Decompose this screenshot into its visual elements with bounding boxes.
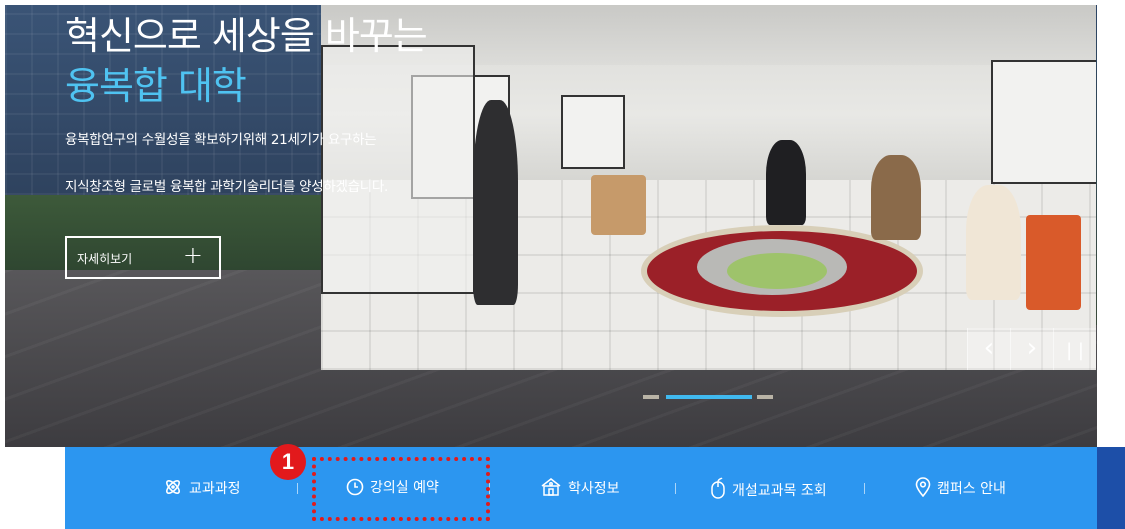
annotation-highlight-box — [312, 457, 490, 521]
whiteboard — [991, 60, 1096, 184]
nav-divider — [297, 483, 298, 494]
hero-banner: 혁신으로 세상을 바꾸는 융복합 대학 융복합연구의 수월성을 확보하기위해 2… — [5, 5, 1097, 447]
nav-item-campus-guide[interactable]: 캠퍼스 안내 — [915, 477, 1006, 501]
quick-menu-bar: 교과과정 강의실 예약 학사정보 개설교과목 조회 캠퍼스 안내 — [65, 447, 1097, 529]
hero-title-line2: 융복합 대학 — [65, 64, 247, 108]
whiteboard — [561, 95, 625, 169]
nav-item-label: 개설교과목 조회 — [732, 483, 827, 499]
chevron-left-icon: ‹ — [983, 333, 995, 363]
chevron-right-icon: › — [1026, 333, 1038, 363]
orange-chair — [1026, 215, 1081, 310]
slider-page-dot-2-active[interactable] — [666, 395, 752, 399]
nav-item-label: 학사정보 — [568, 481, 620, 497]
nav-item-curriculum[interactable]: 교과과정 — [163, 477, 241, 501]
nav-item-label: 캠퍼스 안내 — [937, 481, 1006, 497]
hero-title: 혁신으로 세상을 바꾸는 융복합 대학 — [65, 11, 428, 111]
view-more-label: 자세히보기 — [77, 252, 133, 266]
annotation-step-badge: 1 — [270, 444, 306, 480]
nav-item-academic-info[interactable]: 학사정보 — [540, 477, 620, 501]
hero-title-line1: 혁신으로 세상을 바꾸는 — [65, 14, 428, 58]
nav-divider — [864, 483, 865, 494]
hero-description-line1: 융복합연구의 수월성을 확보하기위해 21세기가 요구하는 — [65, 132, 377, 148]
person-seated — [871, 155, 921, 240]
person-standing — [473, 100, 518, 305]
person-seated — [766, 140, 806, 225]
wooden-chair — [591, 175, 646, 235]
school-icon — [540, 477, 562, 501]
nav-item-course-search[interactable]: 개설교과목 조회 — [710, 477, 827, 503]
slider-prev-button[interactable]: ‹ — [967, 328, 1010, 370]
slider-page-dot-1[interactable] — [643, 395, 659, 399]
nav-item-label: 교과과정 — [189, 481, 241, 497]
mouse-icon — [710, 477, 726, 503]
hero-description-line2: 지식창조형 글로벌 융복합 과학기술리더를 양성하겠습니다. — [65, 179, 388, 195]
pause-icon: | | — [1066, 340, 1084, 361]
person-seated — [966, 185, 1021, 300]
plus-icon: + — [182, 241, 203, 269]
slider-page-dot-3[interactable] — [757, 395, 773, 399]
location-pin-icon — [915, 477, 931, 501]
atom-icon — [163, 477, 183, 501]
quick-menu-edge — [1097, 447, 1125, 529]
nav-divider — [675, 483, 676, 494]
view-more-button[interactable]: 자세히보기 + — [65, 236, 221, 279]
slider-pause-button[interactable]: | | — [1053, 328, 1096, 370]
slider-next-button[interactable]: › — [1010, 328, 1053, 370]
classroom-photo — [321, 5, 1096, 370]
